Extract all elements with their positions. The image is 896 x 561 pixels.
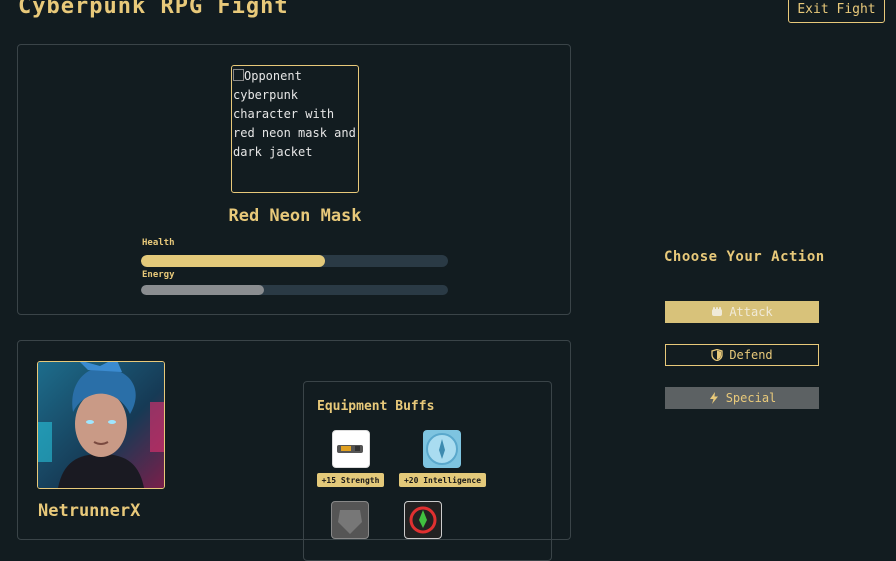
- health-label: Health: [142, 238, 175, 248]
- cyber-arm-icon[interactable]: [332, 430, 370, 468]
- power-core-icon[interactable]: [404, 501, 442, 539]
- opponent-image: Opponent cyberpunk character with red ne…: [231, 65, 359, 193]
- shield-icon: [711, 349, 723, 361]
- equipment-buff-badge: +20 Intelligence: [399, 473, 486, 487]
- player-card: NetrunnerX Equipment Buffs +15 Strength …: [17, 340, 571, 561]
- broken-image-icon: [233, 69, 244, 81]
- health-bar: [141, 255, 448, 267]
- lightning-bolt-icon: [709, 392, 718, 404]
- attack-button[interactable]: Attack: [665, 301, 819, 323]
- neural-chip-icon[interactable]: [423, 430, 461, 468]
- opponent-image-alt: Opponent cyberpunk character with red ne…: [233, 69, 356, 159]
- energy-label: Energy: [142, 270, 175, 280]
- special-button[interactable]: Special: [665, 387, 819, 409]
- equipment-title: Equipment Buffs: [317, 399, 435, 414]
- player-name: NetrunnerX: [38, 501, 141, 521]
- energy-bar: [141, 285, 448, 295]
- health-bar-fill: [141, 255, 326, 267]
- action-title: Choose Your Action: [664, 249, 825, 265]
- page-title: Cyberpunk RPG Fight: [18, 0, 289, 19]
- energy-bar-fill: [141, 285, 264, 295]
- armor-icon[interactable]: [331, 501, 369, 539]
- equipment-buff-badge: +15 Strength: [317, 473, 384, 487]
- attack-label: Attack: [729, 305, 773, 319]
- equipment-panel: Equipment Buffs +15 Strength +20 Intelli…: [303, 381, 552, 561]
- special-label: Special: [725, 391, 777, 405]
- opponent-card: Opponent cyberpunk character with red ne…: [17, 44, 571, 315]
- opponent-name: Red Neon Mask: [228, 206, 362, 226]
- fist-icon: [712, 307, 723, 316]
- defend-label: Defend: [729, 348, 773, 362]
- player-avatar: [37, 361, 165, 489]
- exit-fight-button[interactable]: Exit Fight: [788, 0, 885, 23]
- defend-button[interactable]: Defend: [665, 344, 819, 366]
- player-portrait-icon: [38, 362, 164, 488]
